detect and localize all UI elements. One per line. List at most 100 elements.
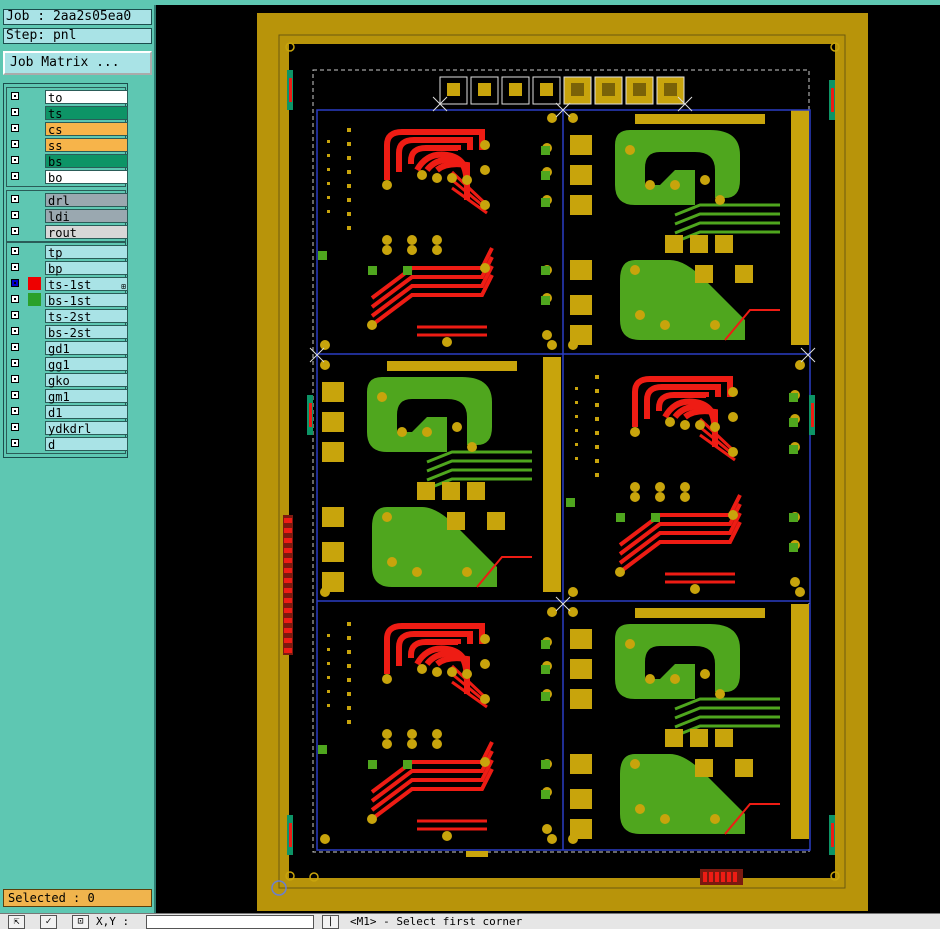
layer-checkbox[interactable] xyxy=(11,375,19,383)
layer-checkbox[interactable] xyxy=(11,140,19,148)
layer-checkbox[interactable] xyxy=(11,327,19,335)
layer-row-bs-1st[interactable]: bs-1st xyxy=(9,292,128,308)
layer-row-gm1[interactable]: gm1 xyxy=(9,388,128,404)
solder-pad xyxy=(630,265,640,275)
layer-checkbox[interactable] xyxy=(11,263,19,271)
layer-name[interactable]: d1 xyxy=(45,405,128,420)
layer-checkbox[interactable] xyxy=(11,195,19,203)
job-matrix-button[interactable]: Job Matrix ... xyxy=(3,51,152,75)
layer-row-ts-1st[interactable]: ts-1st ⊞ xyxy=(9,276,128,292)
layer-row-to[interactable]: to xyxy=(9,89,128,105)
via xyxy=(327,168,330,171)
label-glyph xyxy=(284,518,292,523)
home-view-icon[interactable]: ⇱ xyxy=(8,915,25,929)
layer-name[interactable]: gko xyxy=(45,373,128,388)
layer-checkbox[interactable] xyxy=(11,439,19,447)
layer-name[interactable]: bs-1st xyxy=(45,293,128,308)
label-glyph xyxy=(284,578,292,583)
pcb-panel-view[interactable] xyxy=(158,5,940,913)
layer-row-ts[interactable]: ts xyxy=(9,105,128,121)
layer-checkbox[interactable] xyxy=(11,311,19,319)
layer-checkbox[interactable] xyxy=(11,407,19,415)
solder-pad xyxy=(320,587,330,597)
square-pad xyxy=(322,542,344,562)
layer-row-bs[interactable]: bs xyxy=(9,153,128,169)
layer-name[interactable]: ss xyxy=(45,138,128,153)
layer-name[interactable]: tp xyxy=(45,245,128,260)
layer-row-bs-2st[interactable]: bs-2st xyxy=(9,324,128,340)
layer-row-gko[interactable]: gko xyxy=(9,372,128,388)
layer-checkbox[interactable] xyxy=(11,172,19,180)
layer-name[interactable]: rout xyxy=(45,225,128,240)
layer-row-ts-2st[interactable]: ts-2st xyxy=(9,308,128,324)
smd-pad xyxy=(541,665,550,674)
layer-row-ss[interactable]: ss xyxy=(9,137,128,153)
layer-name[interactable]: ts-2st xyxy=(45,309,128,324)
layer-name[interactable]: cs xyxy=(45,122,128,137)
layer-name[interactable]: ydkdrl xyxy=(45,421,128,436)
layer-name[interactable]: ts-1st ⊞ xyxy=(45,277,128,292)
layer-row-ydkdrl[interactable]: ydkdrl xyxy=(9,420,128,436)
layer-row-ldi[interactable]: ldi xyxy=(9,208,128,224)
layer-row-rout[interactable]: rout xyxy=(9,224,128,240)
layer-row-gg1[interactable]: gg1 xyxy=(9,356,128,372)
solder-pad xyxy=(790,577,800,587)
layer-checkbox[interactable] xyxy=(11,211,19,219)
layer-checkbox[interactable] xyxy=(11,247,19,255)
layer-name[interactable]: bp xyxy=(45,261,128,276)
via xyxy=(595,445,599,449)
gold-strip xyxy=(387,361,517,371)
coordinate-input[interactable] xyxy=(146,915,314,929)
layer-checkbox[interactable] xyxy=(11,295,19,303)
zoom-box-icon[interactable]: ⊡ xyxy=(72,915,89,929)
layer-row-bp[interactable]: bp xyxy=(9,260,128,276)
layer-name[interactable]: bs-2st xyxy=(45,325,128,340)
solder-pad xyxy=(377,392,387,402)
layer-name[interactable]: d xyxy=(45,437,128,452)
label-glyph xyxy=(284,548,292,553)
layer-row-d1[interactable]: d1 xyxy=(9,404,128,420)
layer-checkbox[interactable] xyxy=(11,343,19,351)
layer-row-cs[interactable]: cs xyxy=(9,121,128,137)
layer-checkbox[interactable] xyxy=(11,279,19,287)
layer-row-d[interactable]: d xyxy=(9,436,128,452)
layer-name[interactable]: ts xyxy=(45,106,128,121)
solder-pad xyxy=(382,739,392,749)
layer-row-bo[interactable]: bo xyxy=(9,169,128,185)
solder-pad xyxy=(630,492,640,502)
solder-pad xyxy=(547,607,557,617)
layer-checkbox[interactable] xyxy=(11,108,19,116)
layer-name[interactable]: bo xyxy=(45,170,128,185)
layer-row-drl[interactable]: drl xyxy=(9,192,128,208)
layer-checkbox[interactable] xyxy=(11,156,19,164)
layer-name[interactable]: ldi xyxy=(45,209,128,224)
solder-pad xyxy=(670,674,680,684)
layer-checkbox[interactable] xyxy=(11,423,19,431)
coupon-pad xyxy=(447,83,460,96)
graphics-canvas[interactable] xyxy=(158,5,940,913)
layer-checkbox[interactable] xyxy=(11,359,19,367)
layer-name[interactable]: gg1 xyxy=(45,357,128,372)
layer-color-swatch[interactable] xyxy=(28,293,41,306)
solder-pad xyxy=(422,427,432,437)
layer-name[interactable]: gm1 xyxy=(45,389,128,404)
layer-color-swatch[interactable] xyxy=(28,277,41,290)
layer-row-tp[interactable]: tp xyxy=(9,244,128,260)
layer-name[interactable]: gd1 xyxy=(45,341,128,356)
layer-checkbox[interactable] xyxy=(11,124,19,132)
layer-name[interactable]: bs xyxy=(45,154,128,169)
layer-name[interactable]: drl xyxy=(45,193,128,208)
label-glyph xyxy=(284,568,292,573)
solder-pad xyxy=(432,245,442,255)
layer-checkbox[interactable] xyxy=(11,92,19,100)
square-pad xyxy=(695,265,713,283)
layer-row-gd1[interactable]: gd1 xyxy=(9,340,128,356)
layer-checkbox[interactable] xyxy=(11,227,19,235)
solder-pad xyxy=(417,664,427,674)
layer-checkbox[interactable] xyxy=(11,391,19,399)
check-icon[interactable]: ✓ xyxy=(40,915,57,929)
separator-button[interactable]: | xyxy=(322,915,339,929)
square-pad xyxy=(690,729,708,747)
layer-name[interactable]: to xyxy=(45,90,128,105)
square-pad xyxy=(570,659,592,679)
